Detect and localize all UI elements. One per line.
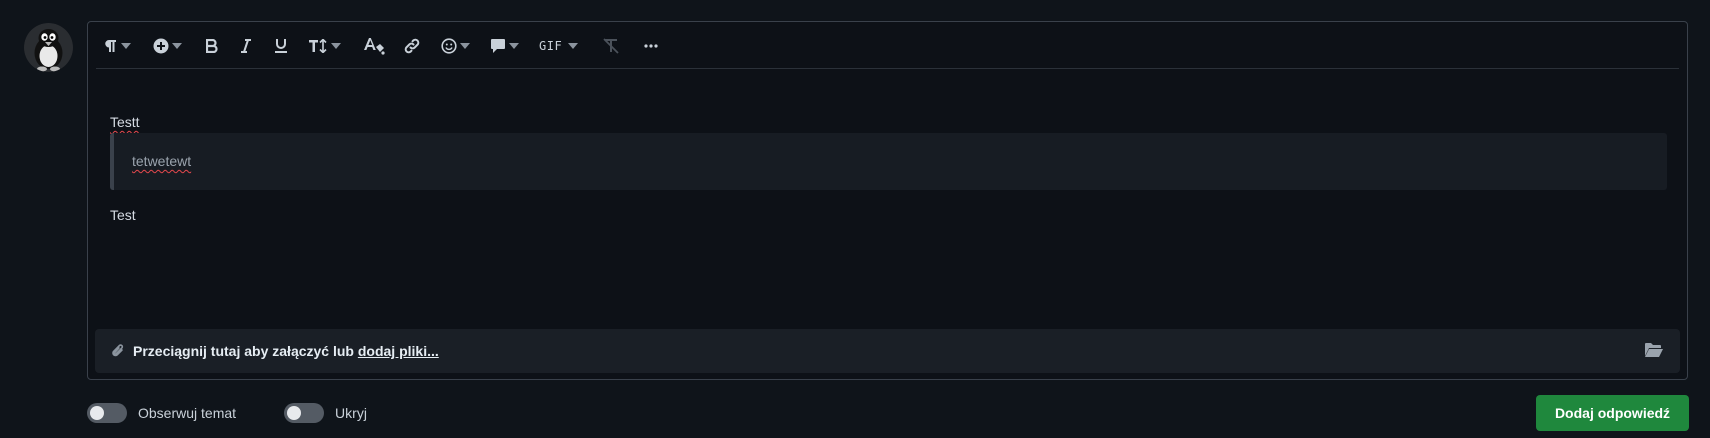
chevron-down-icon — [509, 42, 519, 49]
attachment-instructions: Przeciągnij tutaj aby załączyć lub — [133, 343, 358, 359]
gif-button[interactable]: GIF — [539, 31, 579, 61]
watch-topic-label: Obserwuj temat — [138, 405, 237, 421]
link-icon — [404, 38, 420, 53]
paragraph-format-button[interactable] — [104, 31, 131, 61]
attachment-text: Przeciągnij tutaj aby załączyć lub dodaj… — [133, 343, 439, 359]
hide-toggle[interactable] — [284, 403, 325, 423]
more-icon — [644, 43, 658, 48]
paperclip-icon — [112, 344, 124, 357]
clear-format-icon — [603, 37, 619, 54]
folder-open-icon[interactable] — [1644, 342, 1664, 358]
italic-icon — [241, 38, 251, 53]
reply-editor[interactable]: GIF Testt tetwetewt Test Przeciągnij tut… — [87, 21, 1688, 380]
submit-reply-button[interactable]: Dodaj odpowiedź — [1536, 395, 1689, 431]
comment-icon — [491, 38, 505, 53]
attachment-dropzone[interactable]: Przeciągnij tutaj aby załączyć lub dodaj… — [95, 329, 1680, 373]
insert-plus-icon — [153, 38, 169, 53]
chevron-down-icon — [121, 42, 131, 49]
paragraph-text: Testt — [110, 114, 140, 130]
underline-icon — [275, 39, 287, 53]
hide-option[interactable]: Ukryj — [284, 403, 367, 423]
text-color-icon — [364, 37, 385, 55]
clear-format-button[interactable] — [602, 31, 620, 61]
toolbar-divider — [96, 68, 1679, 69]
reply-options: Obserwuj temat Ukryj — [87, 403, 415, 423]
emoji-icon — [441, 37, 457, 54]
toggle-knob — [90, 406, 104, 420]
bold-icon — [206, 38, 218, 53]
watch-topic-option[interactable]: Obserwuj temat — [87, 403, 236, 423]
content-paragraph: Testt — [110, 114, 140, 130]
chevron-down-icon — [331, 42, 341, 49]
blockquote-text: tetwetewt — [132, 153, 192, 169]
emoji-button[interactable] — [441, 31, 470, 61]
gif-label: GIF — [539, 38, 563, 53]
text-color-button[interactable] — [363, 31, 385, 61]
link-button[interactable] — [403, 31, 421, 61]
content-paragraph: Test — [110, 207, 136, 223]
watch-topic-toggle[interactable] — [87, 403, 127, 423]
paragraph-icon — [105, 39, 116, 52]
text-size-icon — [309, 38, 327, 53]
comment-button[interactable] — [490, 31, 519, 61]
more-options-button[interactable] — [644, 31, 658, 61]
blockquote: tetwetewt — [110, 133, 1667, 190]
chevron-down-icon — [172, 42, 182, 49]
insert-button[interactable] — [153, 31, 182, 61]
toggle-knob — [287, 406, 302, 420]
chevron-down-icon — [568, 42, 579, 49]
hide-label: Ukryj — [335, 405, 367, 421]
chevron-down-icon — [460, 42, 470, 49]
underline-button[interactable] — [274, 31, 288, 61]
italic-button[interactable] — [240, 31, 252, 61]
bold-button[interactable] — [206, 31, 218, 61]
user-avatar — [24, 23, 73, 72]
text-size-button[interactable] — [308, 31, 341, 61]
add-files-link[interactable]: dodaj pliki... — [358, 343, 439, 359]
editor-toolbar: GIF — [88, 22, 1687, 69]
